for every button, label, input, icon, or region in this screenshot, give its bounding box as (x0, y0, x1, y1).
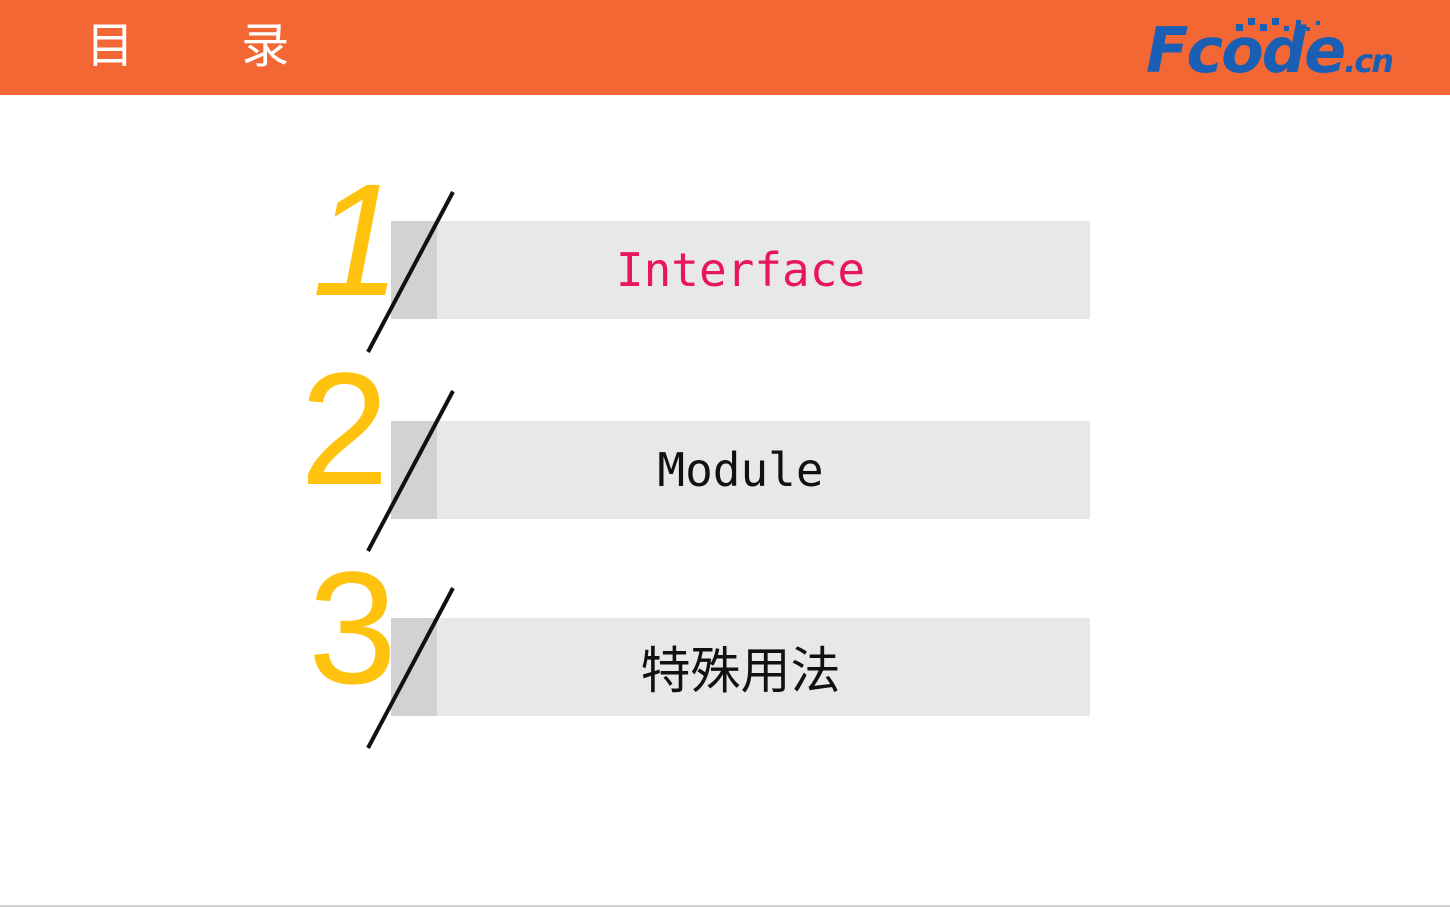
fcode-logo: Fcode.cn (1146, 16, 1442, 86)
slash-divider-icon (366, 191, 455, 353)
toc-item-2[interactable]: Module 2 (300, 349, 1100, 559)
slide: 目 录 Fcode.cn Interface 1 Module 2 特殊用法 3 (0, 0, 1450, 907)
slash-divider-icon (366, 390, 455, 552)
slash-divider-icon (366, 587, 455, 749)
toc-item-3[interactable]: 特殊用法 3 (300, 548, 1100, 756)
logo-text: Fcode.cn (1146, 14, 1394, 87)
header-bar: 目 录 Fcode.cn (0, 0, 1450, 95)
toc-item-1[interactable]: Interface 1 (300, 160, 1100, 360)
page-title: 目 录 (86, 18, 336, 74)
